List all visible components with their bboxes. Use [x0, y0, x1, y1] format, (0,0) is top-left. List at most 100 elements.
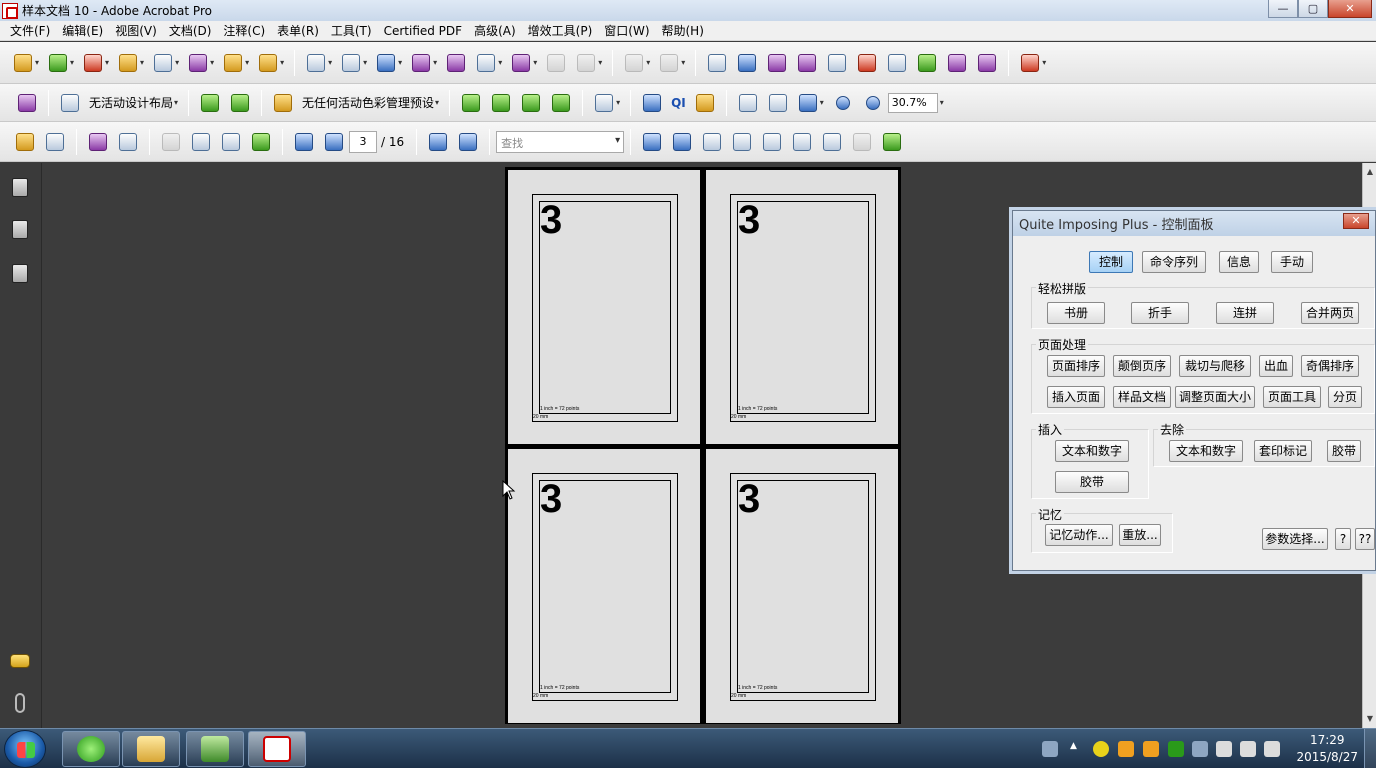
- chevron-down-icon[interactable]: ▾: [646, 58, 650, 67]
- start-button[interactable]: [4, 730, 46, 768]
- minimize-button[interactable]: —: [1268, 0, 1298, 18]
- remove-tape-button[interactable]: 胶带: [1327, 440, 1361, 462]
- design-layout-select[interactable]: 无活动设计布局: [89, 94, 173, 111]
- scroll-down-icon[interactable]: ▼: [1363, 712, 1376, 726]
- chevron-down-icon[interactable]: ▾: [363, 58, 367, 67]
- menu-certified-pdf[interactable]: Certified PDF: [378, 24, 469, 38]
- rotate-right-icon[interactable]: [658, 52, 680, 74]
- tab-control[interactable]: 控制: [1089, 251, 1133, 273]
- color-grid-icon[interactable]: [856, 52, 878, 74]
- panel-title-bar[interactable]: Quite Imposing Plus - 控制面板 ✕: [1013, 211, 1375, 236]
- edit-pencil-icon[interactable]: [694, 92, 716, 114]
- chevron-down-icon[interactable]: ▾: [398, 58, 402, 67]
- power-icon[interactable]: [1240, 741, 1256, 757]
- chevron-down-icon[interactable]: ▾: [433, 58, 437, 67]
- signatures-icon[interactable]: [10, 263, 30, 283]
- camera-icon[interactable]: [946, 52, 968, 74]
- open-folder-icon[interactable]: [14, 131, 36, 153]
- view-layout-icon[interactable]: [593, 92, 615, 114]
- help-button[interactable]: ?: [1335, 528, 1351, 550]
- move-object-icon[interactable]: [375, 52, 397, 74]
- chevron-down-icon[interactable]: ▾: [681, 58, 685, 67]
- chevron-down-icon[interactable]: ▾: [174, 98, 178, 107]
- menu-help[interactable]: 帮助(H): [656, 22, 710, 39]
- page-tools-button[interactable]: 页面工具: [1263, 386, 1321, 408]
- chevron-down-icon[interactable]: ▾: [210, 58, 214, 67]
- signature-button[interactable]: 折手: [1131, 302, 1189, 324]
- show-desktop-button[interactable]: [1364, 729, 1376, 768]
- box-x-icon[interactable]: [821, 131, 843, 153]
- booklet-button[interactable]: 书册: [1047, 302, 1105, 324]
- secure-lock-icon[interactable]: [117, 52, 139, 74]
- maximize-button[interactable]: ▢: [1298, 0, 1328, 18]
- layers-icon[interactable]: [550, 92, 572, 114]
- chevron-down-icon[interactable]: ▾: [940, 98, 944, 107]
- usb-device-icon[interactable]: [1192, 741, 1208, 757]
- remove-text-numbers-button[interactable]: 文本和数字: [1169, 440, 1243, 462]
- bleed-button[interactable]: 出血: [1259, 355, 1293, 377]
- export-icon[interactable]: [916, 52, 938, 74]
- menu-tools[interactable]: 工具(T): [325, 22, 378, 39]
- menu-window[interactable]: 窗口(W): [598, 22, 655, 39]
- zoom-tool-icon[interactable]: [797, 92, 819, 114]
- puzzle-icon[interactable]: [881, 131, 903, 153]
- preferences-button[interactable]: 参数选择...: [1262, 528, 1328, 550]
- frame-icon[interactable]: [575, 52, 597, 74]
- volume-icon[interactable]: [1264, 741, 1280, 757]
- collaborate-icon[interactable]: [82, 52, 104, 74]
- comment-icon[interactable]: [257, 52, 279, 74]
- rotate-left-icon[interactable]: [623, 52, 645, 74]
- chevron-down-icon[interactable]: ▾: [35, 58, 39, 67]
- disabled-icon[interactable]: [160, 131, 182, 153]
- insert-text-numbers-button[interactable]: 文本和数字: [1055, 440, 1129, 462]
- remove-registration-button[interactable]: 套印标记: [1254, 440, 1312, 462]
- chevron-down-icon[interactable]: ▾: [820, 98, 824, 107]
- page-arrow-icon[interactable]: [671, 131, 693, 153]
- gear-icon[interactable]: [796, 52, 818, 74]
- forms-icon[interactable]: [187, 52, 209, 74]
- chevron-down-icon[interactable]: ▾: [70, 58, 74, 67]
- system-clock[interactable]: 17:29 2015/8/27: [1296, 732, 1358, 766]
- n-up-button[interactable]: 连拼: [1216, 302, 1274, 324]
- chevron-down-icon[interactable]: ▾: [105, 58, 109, 67]
- close-button[interactable]: ✕: [1328, 0, 1372, 18]
- chevron-down-icon[interactable]: ▾: [533, 58, 537, 67]
- bookmarks-icon[interactable]: [10, 219, 30, 239]
- document-edit-icon[interactable]: [16, 92, 38, 114]
- zoom-level-input[interactable]: 30.7%: [887, 92, 938, 113]
- email-globe-icon[interactable]: [87, 131, 109, 153]
- print-production-icon[interactable]: [886, 52, 908, 74]
- tab-info[interactable]: 信息: [1219, 251, 1259, 273]
- chevron-down-icon[interactable]: ▾: [435, 98, 439, 107]
- chevron-down-icon[interactable]: ▾: [140, 58, 144, 67]
- envelope-icon[interactable]: [490, 92, 512, 114]
- quite-imposing-icon[interactable]: QI: [671, 96, 686, 110]
- page-number-input[interactable]: 3: [349, 130, 377, 153]
- text-select-icon[interactable]: [737, 92, 759, 114]
- page-triangle-icon[interactable]: [731, 131, 753, 153]
- antivirus-shield-icon[interactable]: [1168, 741, 1184, 757]
- hand-icon[interactable]: [767, 92, 789, 114]
- comments-icon[interactable]: [10, 651, 30, 671]
- color-preset-select[interactable]: 无任何活动色彩管理预设: [302, 94, 434, 111]
- taskbar-app-360[interactable]: [62, 731, 120, 767]
- push-pin-icon[interactable]: [510, 52, 532, 74]
- crop-icon[interactable]: [545, 52, 567, 74]
- zoom-in-icon[interactable]: [862, 92, 884, 114]
- filter-icon[interactable]: [826, 52, 848, 74]
- barcode-icon[interactable]: [701, 131, 723, 153]
- chevron-down-icon[interactable]: ▾: [1042, 58, 1046, 67]
- chevron-down-icon[interactable]: ▾: [245, 58, 249, 67]
- menu-comments[interactable]: 注释(C): [217, 22, 271, 39]
- scroll-up-icon[interactable]: ▲: [1363, 165, 1376, 179]
- pattern-icon[interactable]: [520, 92, 542, 114]
- chevron-down-icon[interactable]: ▾: [616, 98, 620, 107]
- chevron-down-icon[interactable]: ▾: [498, 58, 502, 67]
- bracket-icon[interactable]: [1019, 52, 1041, 74]
- search-input[interactable]: 查找: [496, 130, 625, 153]
- attachments-icon[interactable]: [10, 693, 30, 713]
- menu-document[interactable]: 文档(D): [163, 22, 218, 39]
- taskbar-app-explorer[interactable]: [122, 731, 180, 767]
- merge-two-pages-button[interactable]: 合并两页: [1301, 302, 1359, 324]
- menu-plugins[interactable]: 增效工具(P): [522, 22, 599, 39]
